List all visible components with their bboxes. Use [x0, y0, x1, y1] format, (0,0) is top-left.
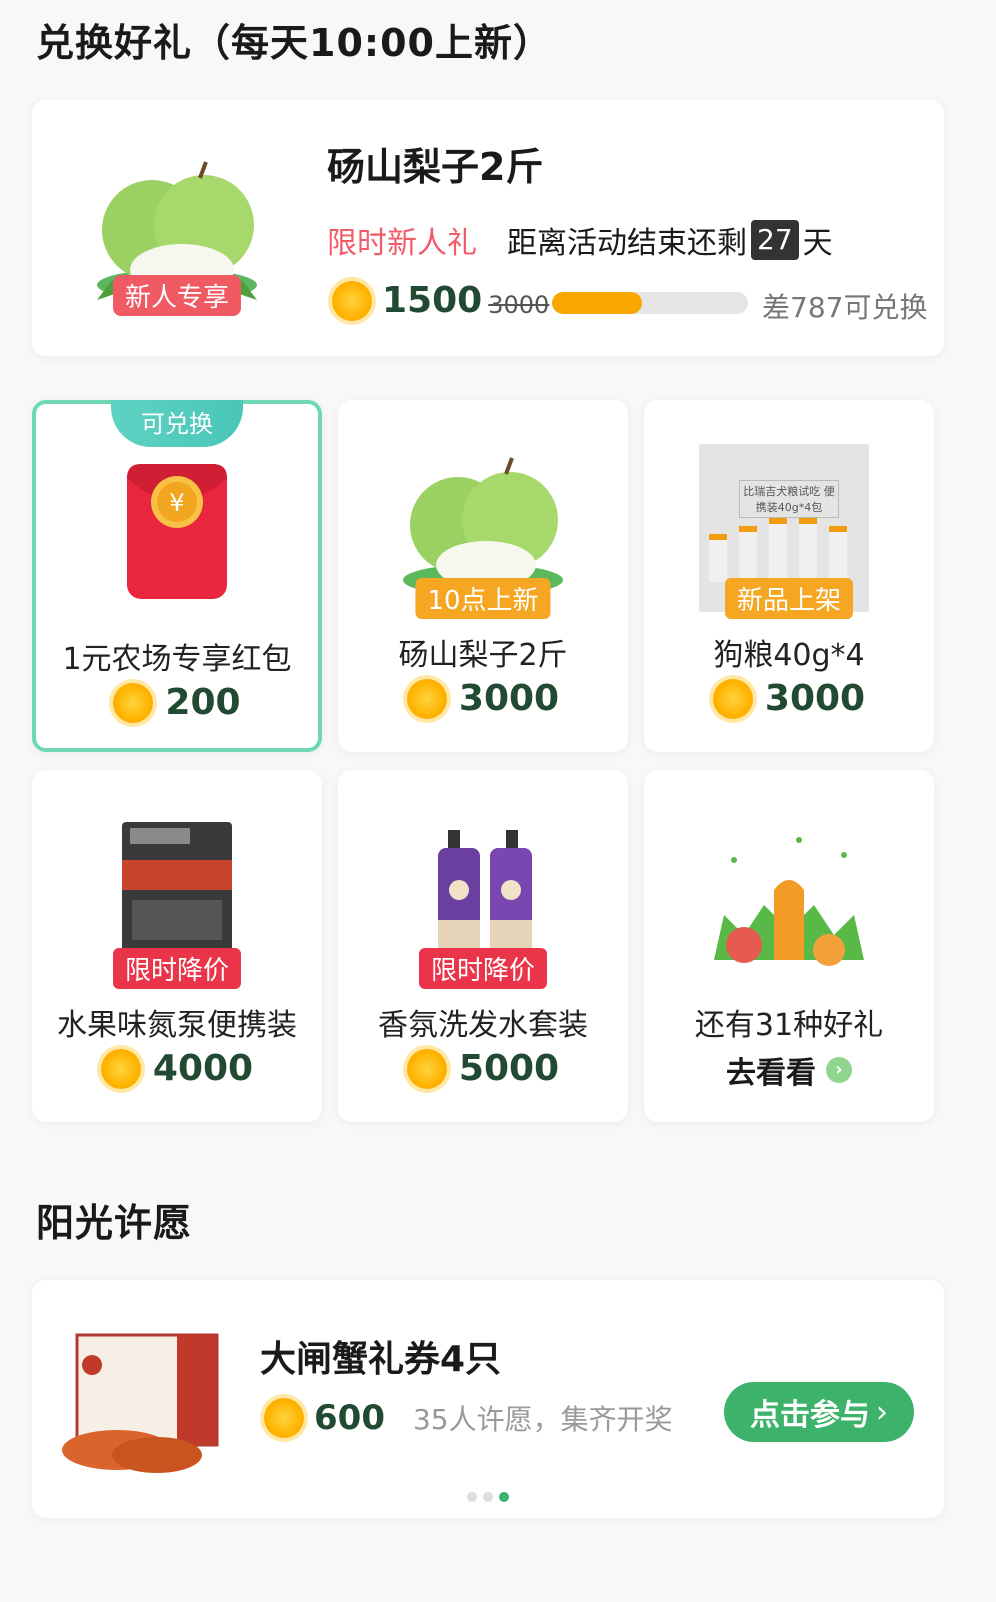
- crab-gift-box-image: [62, 1333, 219, 1473]
- newcomer-badge: 新人专享: [112, 275, 242, 316]
- wish-price-row: 600 35人许愿，集齐开奖: [264, 1398, 673, 1438]
- gift-price-value: 3000: [458, 678, 560, 719]
- featured-title: 砀山梨子2斤: [327, 145, 544, 189]
- gift-price-value: 3000: [764, 678, 866, 719]
- gift-price: 3000: [644, 678, 934, 719]
- gift-price: 3000: [338, 678, 628, 719]
- carousel-dot[interactable]: [467, 1492, 477, 1502]
- exchange-progress-bar: [552, 292, 748, 314]
- gift-card-shampoo[interactable]: 限时降价 香氛洗发水套装 5000: [338, 770, 628, 1122]
- svg-text:¥: ¥: [169, 489, 184, 517]
- dog-food-pack-text: 比瑞吉犬粮试吃 便携装40g*4包: [739, 480, 839, 518]
- price-drop-badge: 限时降价: [112, 948, 242, 989]
- sun-coin-icon: [100, 1048, 141, 1089]
- carousel-dots: [32, 1492, 944, 1502]
- sun-coin-icon: [332, 280, 372, 321]
- gift-card-pear[interactable]: 10点上新 砀山梨子2斤 3000: [338, 400, 628, 752]
- gift-name: 水果味氮泵便携装: [57, 1008, 297, 1043]
- join-button-label: 点击参与: [750, 1398, 870, 1433]
- gift-card-supplement[interactable]: 限时降价 水果味氮泵便携装 4000: [32, 770, 322, 1122]
- view-more-label: 去看看: [726, 1056, 816, 1091]
- countdown-suffix: 天: [802, 226, 833, 261]
- carousel-dot[interactable]: [483, 1492, 493, 1502]
- wish-price: 600: [314, 1398, 385, 1438]
- join-button[interactable]: 点击参与 ›: [724, 1382, 914, 1442]
- gift-price-value: 4000: [152, 1048, 254, 1089]
- sun-coin-icon: [406, 678, 447, 719]
- carousel-dot[interactable]: [499, 1492, 509, 1502]
- gift-price: 5000: [338, 1048, 628, 1089]
- price-original: 3000: [488, 290, 550, 319]
- gift-price: 4000: [32, 1048, 322, 1089]
- days-count: 27: [751, 220, 799, 260]
- gift-card-dog-food[interactable]: 比瑞吉犬粮试吃 便携装40g*4包 新品上架 狗粮40g*4 3000: [644, 400, 934, 752]
- gift-price-value: 200: [165, 682, 241, 723]
- section-title-wish: 阳光许愿: [36, 1201, 193, 1245]
- featured-price: 1500 3000: [332, 280, 549, 321]
- section-title-exchange: 兑换好礼（每天10:00上新）: [36, 21, 552, 65]
- exchange-progress-fill: [552, 292, 643, 314]
- fruit-basket-image: [714, 837, 864, 966]
- exchangeable-tab: 可兑换: [111, 400, 243, 447]
- chevron-right-icon: ›: [826, 1057, 852, 1083]
- progress-text: 差787可兑换: [762, 291, 928, 324]
- gift-price: 200: [36, 682, 318, 723]
- new-product-badge: 新品上架: [724, 578, 854, 619]
- sun-coin-icon: [264, 1398, 304, 1438]
- sun-coin-icon: [406, 1048, 447, 1089]
- sun-coin-icon: [113, 682, 154, 723]
- countdown: 距离活动结束还剩 27 天: [507, 218, 833, 262]
- sun-coin-icon: [712, 678, 753, 719]
- new-arrival-badge: 10点上新: [415, 578, 551, 619]
- gift-name: 香氛洗发水套装: [378, 1008, 588, 1043]
- featured-gift-card[interactable]: 新人专享 砀山梨子2斤 限时新人礼 距离活动结束还剩 27 天 1500 300…: [32, 100, 944, 356]
- gift-name: 狗粮40g*4: [713, 638, 865, 673]
- limited-tag: 限时新人礼: [327, 226, 477, 261]
- gift-card-red-packet[interactable]: 可兑换 ¥ 1元农场专享红包 200: [32, 400, 322, 752]
- gift-price-value: 5000: [458, 1048, 560, 1089]
- price-current: 1500: [382, 280, 483, 321]
- countdown-prefix: 距离活动结束还剩: [507, 226, 747, 261]
- wish-info: 35人许愿，集齐开奖: [412, 1403, 673, 1436]
- gift-name: 1元农场专享红包: [62, 642, 292, 677]
- price-drop-badge: 限时降价: [418, 948, 548, 989]
- chevron-right-icon: ›: [876, 1394, 888, 1430]
- more-gifts-count: 还有31种好礼: [694, 1008, 884, 1043]
- more-gifts-card[interactable]: 还有31种好礼 去看看 ›: [644, 770, 934, 1122]
- red-envelope-image: ¥: [127, 464, 227, 599]
- wish-title: 大闸蟹礼券4只: [260, 1339, 502, 1380]
- view-more-link[interactable]: 去看看 ›: [644, 1048, 934, 1092]
- wish-card: 大闸蟹礼券4只 600 35人许愿，集齐开奖 点击参与 ›: [32, 1280, 944, 1518]
- gift-name: 砀山梨子2斤: [398, 638, 568, 673]
